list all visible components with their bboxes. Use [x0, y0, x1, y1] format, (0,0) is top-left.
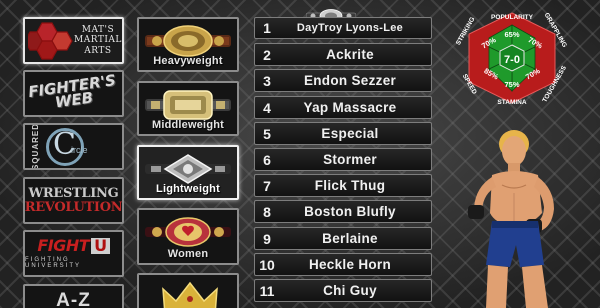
fighter-rank: 6: [263, 151, 271, 168]
stats-record: 7-0: [504, 54, 520, 66]
fighter-name: Boston Blufly: [304, 204, 396, 219]
fighter-name: Especial: [321, 126, 379, 141]
org-button-mats-martial-arts[interactable]: MAT'S MARTIAL ARTS: [23, 17, 124, 64]
division-crown-button[interactable]: [137, 273, 239, 308]
fighter-name: DayTroy Lyons-Lee: [296, 22, 404, 34]
fighter-rank: 10: [259, 256, 275, 273]
fighter-row[interactable]: 4 Yap Massacre: [254, 96, 432, 119]
fighter-rank: 3: [263, 72, 271, 89]
fighter-stats-hexagon: 7-0 65% 70% 70% 75% 85% 70% POPULARITY G…: [455, 12, 568, 106]
fighter-row[interactable]: 7 Flick Thug: [254, 174, 432, 197]
org-button-fighters-web[interactable]: FIGHTER'S WEB: [23, 70, 124, 117]
division-women[interactable]: Women: [137, 208, 239, 265]
org-squared-tail: ircle: [71, 144, 88, 155]
org-fu-subtitle: FIGHTING UNIVERSITY: [25, 257, 82, 269]
org-fu-main-text: FIGHT: [37, 236, 90, 255]
org-az-label: A-Z: [56, 290, 91, 308]
fighter-row[interactable]: 10 Heckle Horn: [254, 253, 432, 276]
fighter-rank: 9: [263, 230, 271, 247]
crown-icon: [162, 281, 218, 308]
fighter-rank: 11: [259, 282, 275, 299]
championship-belt-icon: [145, 154, 231, 184]
fighter-rank: 4: [263, 99, 271, 116]
fighter-row[interactable]: 8 Boston Blufly: [254, 200, 432, 223]
fighter-rank: 5: [263, 125, 271, 142]
fighter-name: Berlaine: [322, 231, 378, 246]
org-wr-line-1: WRESTLING: [28, 185, 119, 201]
championship-belt-icon: [145, 25, 231, 57]
fighter-row[interactable]: 11 Chi Guy: [254, 279, 432, 302]
division-label: Heavyweight: [153, 55, 223, 67]
fighter-name: Chi Guy: [323, 283, 377, 298]
stats-stamina-value: 75%: [504, 80, 519, 89]
division-heavyweight[interactable]: Heavyweight: [137, 17, 239, 72]
division-middleweight[interactable]: Middleweight: [137, 81, 239, 136]
fighter-row[interactable]: 9 Berlaine: [254, 227, 432, 250]
fighter-rank: 8: [263, 203, 271, 220]
fighter-rank: 7: [263, 177, 271, 194]
fighter-row[interactable]: 2 Ackrite: [254, 43, 432, 66]
stats-popularity-value: 65%: [504, 30, 519, 39]
org-button-squared-circle[interactable]: SQUARED C ircle: [23, 123, 124, 170]
division-label: Women: [167, 248, 209, 260]
division-label: Lightweight: [156, 183, 220, 195]
fighter-figure-image: [468, 130, 554, 308]
org-squared-word: SQUARED: [31, 123, 40, 170]
fighter-name: Flick Thug: [314, 178, 386, 193]
championship-belt-icon: [145, 90, 231, 120]
fighter-row-champion[interactable]: 1 DayTroy Lyons-Lee: [254, 17, 432, 39]
fighter-name: Yap Massacre: [303, 100, 397, 115]
org-button-fight-u[interactable]: FIGHT U FIGHTING UNIVERSITY: [23, 230, 124, 277]
org-fu-u-badge: U: [91, 238, 110, 254]
fighter-name: Ackrite: [326, 47, 374, 62]
championship-belt-icon: [145, 217, 231, 247]
fighter-rank: 2: [263, 46, 271, 63]
org-mma-label: MAT'S MARTIAL ARTS: [74, 24, 122, 56]
fighter-rank: 1: [263, 20, 271, 36]
squared-circle-icon: C ircle: [46, 127, 88, 166]
fighter-name: Endon Sezzer: [303, 73, 397, 88]
stats-popularity-label: POPULARITY: [491, 14, 534, 21]
org-fu-logo: FIGHT U: [37, 236, 110, 255]
org-wr-line-2: REVOLUTION: [24, 199, 123, 215]
hexagon-logo-icon: [28, 21, 73, 60]
fighter-name: Heckle Horn: [308, 257, 392, 272]
stats-stamina-label: STAMINA: [497, 99, 526, 106]
fighter-name: Stormer: [323, 152, 377, 167]
fighter-row[interactable]: 6 Stormer: [254, 148, 432, 171]
org-web-label: FIGHTER'S WEB: [27, 71, 118, 113]
org-button-wrestling-revolution[interactable]: WRESTLING REVOLUTION: [23, 177, 124, 224]
fighter-row[interactable]: 3 Endon Sezzer: [254, 69, 432, 92]
fighter-row[interactable]: 5 Especial: [254, 122, 432, 145]
division-lightweight[interactable]: Lightweight: [137, 145, 239, 200]
division-label: Middleweight: [151, 119, 225, 131]
org-button-a-z[interactable]: A-Z: [23, 284, 124, 308]
